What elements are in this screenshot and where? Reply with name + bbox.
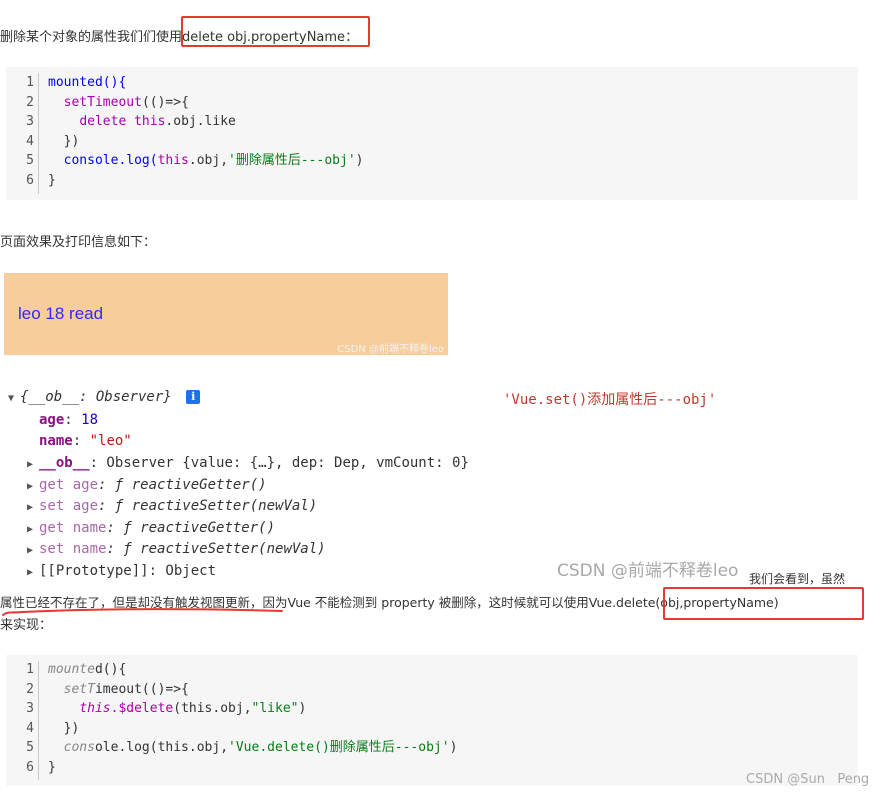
caret-right-icon[interactable]: ▶ — [27, 540, 39, 561]
code-token: d(){ — [94, 662, 127, 677]
console-prop-name: name: "leo" — [39, 431, 132, 452]
console-getter-age[interactable]: ▶ get age: ƒ reactiveGetter() — [27, 475, 267, 496]
code-token: cons — [63, 740, 95, 756]
console-setter-age[interactable]: ▶ set age: ƒ reactiveSetter(newVal) — [27, 496, 317, 517]
highlight-box-vue-delete — [663, 587, 864, 620]
prop-value: : ƒ reactiveSetter(newVal) — [106, 541, 326, 557]
console-setter-name[interactable]: ▶ set name: ƒ reactiveSetter(newVal) — [27, 539, 326, 560]
preview-watermark: CSDN @前端不释卷leo — [337, 344, 444, 355]
line-number: 1 — [26, 662, 34, 677]
prop-key: get name — [39, 520, 107, 536]
line-number: 4 — [26, 133, 34, 149]
prop-value: : ƒ reactiveGetter() — [98, 477, 267, 493]
code-token: }) — [63, 720, 80, 736]
object-summary: {__ob__: Observer} — [20, 389, 172, 405]
line-number: 6 — [26, 173, 34, 188]
line-number: 4 — [26, 720, 34, 736]
prop-value: : ƒ reactiveSetter(newVal) — [98, 498, 318, 514]
code-token: ) — [355, 153, 364, 169]
console-annotation: 'Vue.set()添加属性后---obj' — [503, 392, 717, 408]
console-prop-ob[interactable]: ▶ __ob__: Observer {value: {…}, dep: Dep,… — [27, 453, 469, 474]
line-number: 2 — [26, 681, 34, 697]
code-token: } — [48, 760, 56, 775]
preview-text: leo 18 read — [18, 304, 104, 323]
prop-separator: : — [72, 433, 82, 449]
code-token: .obj.like — [165, 114, 236, 130]
code-string: "like" — [251, 701, 299, 717]
info-icon[interactable]: i — [186, 390, 201, 404]
prop-key: age — [39, 412, 65, 428]
line-number: 2 — [26, 94, 34, 110]
code-token: setTimeout — [63, 94, 142, 110]
prop-value: 18 — [81, 412, 99, 428]
console-output: ▼ {__ob__: Observer} i age: 18 name: "leo… — [8, 387, 868, 587]
prop-value: : Observer {value: {…}, dep: Dep, vmCoun… — [89, 455, 469, 471]
console-getter-name[interactable]: ▶ get name: ƒ reactiveGetter() — [27, 518, 275, 539]
prop-value: [[Prototype]]: Object — [39, 563, 217, 579]
prop-key: set name — [39, 541, 107, 557]
code-token: .obj, — [188, 153, 229, 169]
paragraph-tail: 来实现： — [0, 618, 53, 633]
caret-right-icon[interactable]: ▶ — [27, 519, 39, 540]
caret-right-icon[interactable]: ▶ — [27, 497, 39, 518]
prop-value: : ƒ reactiveGetter() — [106, 520, 276, 536]
footer-watermark: CSDN @Sun Peng — [746, 772, 870, 787]
code-token: mounted(){ — [48, 75, 127, 90]
prop-key: __ob__ — [39, 455, 90, 471]
caret-right-icon[interactable]: ▶ — [27, 454, 39, 475]
prop-key: set age — [39, 498, 99, 514]
code-block-vue-delete: 1 mounted(){ 2 setTimeout(()=>{ 3 this.$d… — [6, 655, 858, 786]
prop-separator: : — [64, 412, 73, 428]
paragraph-lead: 我们会看到，虽然 — [749, 572, 846, 586]
highlight-box-delete — [181, 16, 370, 47]
code-gutter — [38, 661, 39, 780]
console-object-header[interactable]: ▼ {__ob__: Observer} i — [8, 387, 201, 409]
intro-text: 删除某个对象的属性我们们使用 — [0, 30, 183, 45]
code-token: delete — [79, 114, 127, 130]
console-prototype[interactable]: ▶ [[Prototype]]: Object — [27, 561, 216, 582]
line-number: 3 — [26, 114, 34, 130]
caret-down-icon[interactable]: ▼ — [8, 388, 20, 409]
code-token: } — [48, 173, 56, 188]
line-number: 6 — [26, 760, 34, 775]
line-number: 1 — [26, 75, 34, 90]
line-number: 5 — [26, 153, 34, 169]
code-gutter — [38, 73, 39, 194]
caret-right-icon[interactable]: ▶ — [27, 476, 39, 497]
code-token: (this.obj, — [173, 701, 252, 717]
code-token: ) — [449, 740, 458, 756]
console-prop-age: age: 18 — [39, 410, 98, 431]
prop-key: name — [39, 433, 73, 449]
prop-value: "leo" — [89, 433, 132, 449]
console-watermark: CSDN @前端不释卷leo — [557, 561, 739, 581]
code-token: .$delete — [110, 701, 174, 717]
line-number: 3 — [26, 701, 34, 717]
page-preview-image: leo 18 read CSDN @前端不释卷leo — [4, 273, 448, 355]
code-token: setT — [63, 681, 95, 697]
explanation-text: ，因为Vue 不能检测到 property 被删除，这时候就可以使用 — [250, 595, 589, 610]
code-token: ) — [298, 701, 307, 717]
code-token: ole.log(this.obj, — [94, 740, 229, 756]
code-token: console.log( — [63, 153, 158, 169]
code-string: '删除属性后---obj' — [228, 153, 356, 169]
code-token: this — [157, 153, 189, 169]
code-token: imeout(()=>{ — [94, 681, 189, 697]
code-token: }) — [63, 133, 80, 149]
code-token: mounte — [48, 662, 95, 677]
info-icon-letter: i — [191, 390, 196, 403]
code-token: this — [134, 114, 166, 130]
line-number: 5 — [26, 740, 34, 756]
code-token: (()=>{ — [141, 94, 189, 110]
caret-right-icon[interactable]: ▶ — [27, 562, 39, 583]
code-block-delete: 1 mounted(){ 2 setTimeout(()=>{ 3 delete … — [6, 67, 858, 200]
code-token: this — [79, 701, 111, 717]
prop-key: get age — [39, 477, 99, 493]
paragraph-result-intro: 页面效果及打印信息如下： — [0, 235, 157, 250]
code-string: 'Vue.delete()删除属性后---obj' — [228, 740, 450, 756]
